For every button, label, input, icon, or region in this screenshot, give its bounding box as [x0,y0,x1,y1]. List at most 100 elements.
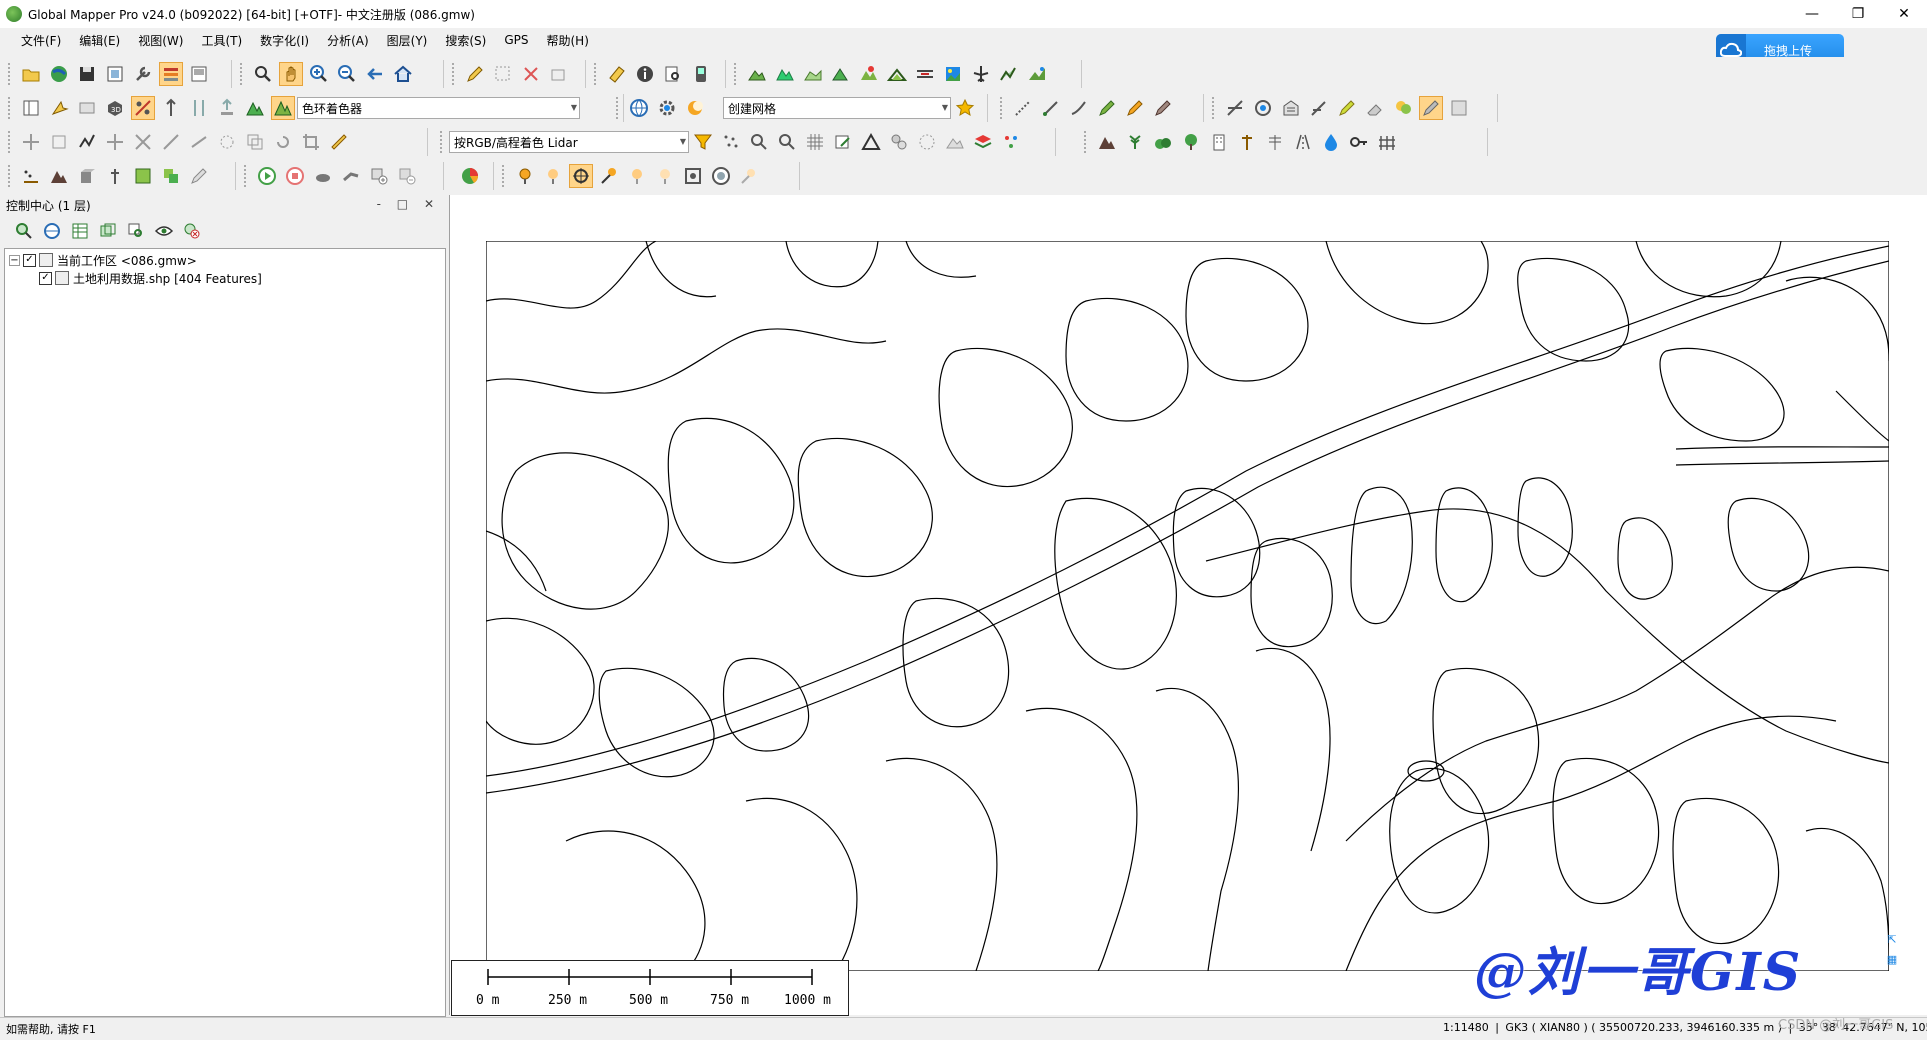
map-canvas[interactable] [486,241,1889,971]
home-icon[interactable] [391,62,415,86]
elevation-offset-icon[interactable] [215,96,239,120]
workspace-node[interactable]: − ✓ 当前工作区 <086.gmw> [9,251,262,269]
close-button[interactable]: ✕ [1881,0,1927,28]
back-arrow-icon[interactable] [363,62,387,86]
union-icon[interactable] [243,130,267,154]
remove-frame-icon[interactable] [395,164,419,188]
cluster-icon[interactable] [887,130,911,154]
lidar-draw-icon[interactable] [1011,96,1035,120]
reshape-icon[interactable] [47,130,71,154]
pan-hand-icon[interactable] [279,62,303,86]
join-icon[interactable] [187,130,211,154]
classify-points-icon[interactable] [999,130,1023,154]
points-icon[interactable] [719,130,743,154]
filter-icon[interactable] [691,130,715,154]
panel-layout-icon[interactable] [19,96,43,120]
export-icon[interactable] [103,62,127,86]
edit-feature-icon[interactable] [547,62,571,86]
volume-icon[interactable] [801,62,825,86]
layer-options-icon[interactable] [96,219,120,243]
tree-icon[interactable] [1179,130,1203,154]
marker-pin3-icon[interactable] [625,164,649,188]
layout-icon[interactable] [187,62,211,86]
measure-icon[interactable] [605,62,629,86]
lidar-qc-icon[interactable] [1447,96,1471,120]
cross-section-icon[interactable] [1223,96,1247,120]
delete-icon[interactable] [519,62,543,86]
power-pole-icon[interactable] [1235,130,1259,154]
visibility-eye-icon[interactable] [152,219,176,243]
tree-extract-icon[interactable] [1391,96,1415,120]
2d-view-icon[interactable] [75,96,99,120]
point-filter-icon[interactable] [1307,96,1331,120]
fast-icon[interactable] [339,164,363,188]
menu-view[interactable]: 视图(W) [129,32,192,49]
map-layout-icon[interactable] [131,164,155,188]
attribute-table-icon[interactable] [68,219,92,243]
move-feature-icon[interactable] [103,130,127,154]
fence-icon[interactable] [1375,130,1399,154]
lidar-brown-pencil-icon[interactable] [1151,96,1175,120]
zoom-box-icon[interactable] [251,62,275,86]
lidar-orange-pencil-icon[interactable] [1123,96,1147,120]
building-extract-icon[interactable] [1279,96,1303,120]
tower-icon[interactable] [103,164,127,188]
noise-icon[interactable] [915,130,939,154]
stop-icon[interactable] [283,164,307,188]
lidar-line-icon[interactable] [1039,96,1063,120]
terrain-analysis-icon[interactable] [47,164,71,188]
projection-globe-icon[interactable] [627,96,651,120]
path-profile-icon[interactable] [997,62,1021,86]
zoom-layer-icon[interactable] [124,219,148,243]
target-icon[interactable] [1251,96,1275,120]
buffer-icon[interactable] [215,130,239,154]
lidar-color-select[interactable]: 按RGB/高程着色 Lidar ▼ [449,131,689,153]
collapse-toggle-icon[interactable]: − [9,254,20,266]
zoom-in-icon[interactable] [307,62,331,86]
close-all-layers-icon[interactable] [180,219,204,243]
favorite-star-icon[interactable] [953,96,977,120]
search-points-icon[interactable] [747,130,771,154]
menu-edit[interactable]: 编辑(E) [70,32,129,49]
projection-icon[interactable] [40,219,64,243]
menu-tools[interactable]: 工具(T) [192,32,251,49]
line-of-sight-icon[interactable] [913,62,937,86]
image-icon[interactable] [941,62,965,86]
mountain-icon[interactable] [1095,130,1119,154]
vertical-exaggeration-icon[interactable] [187,96,211,120]
overlay-control-icon[interactable] [159,62,183,86]
brush-icon[interactable] [187,164,211,188]
split-icon[interactable] [131,130,155,154]
menu-search[interactable]: 搜索(S) [436,32,495,49]
zoom-to-layer-icon[interactable] [12,219,36,243]
aircraft-icon[interactable] [969,62,993,86]
marker-pin5-icon[interactable] [737,164,761,188]
terrain-path-icon[interactable] [745,62,769,86]
layers-icon[interactable] [971,130,995,154]
digitize-pencil-icon[interactable] [463,62,487,86]
lidar-active-check-icon[interactable] [1419,96,1443,120]
menu-help[interactable]: 帮助(H) [538,32,598,49]
ground-icon[interactable] [943,130,967,154]
layer-checkbox[interactable]: ✓ [39,271,52,285]
grid-points-icon[interactable] [803,130,827,154]
wrench-icon[interactable] [131,62,155,86]
cut-fill-icon[interactable] [829,62,853,86]
zoom-out-icon[interactable] [335,62,359,86]
terrain-shader-icon[interactable] [243,96,267,120]
minimize-button[interactable]: — [1789,0,1835,28]
3d-viewer-icon[interactable] [1025,62,1049,86]
config-gear-icon[interactable] [655,96,679,120]
add-frame-icon[interactable] [367,164,391,188]
eraser-icon[interactable] [1363,96,1387,120]
menu-file[interactable]: 文件(F) [12,32,70,49]
power-line-icon[interactable] [1263,130,1287,154]
vegetation-icon[interactable] [1123,130,1147,154]
water-drop-icon[interactable] [1319,130,1343,154]
sunlight-icon[interactable] [47,96,71,120]
gps-device-icon[interactable] [689,62,713,86]
play-icon[interactable] [255,164,279,188]
building-3d-icon[interactable] [75,164,99,188]
panel-window-controls[interactable]: - □ ✕ [377,197,440,211]
layer-node[interactable]: ✓ 土地利用数据.shp [404 Features] [9,269,262,287]
